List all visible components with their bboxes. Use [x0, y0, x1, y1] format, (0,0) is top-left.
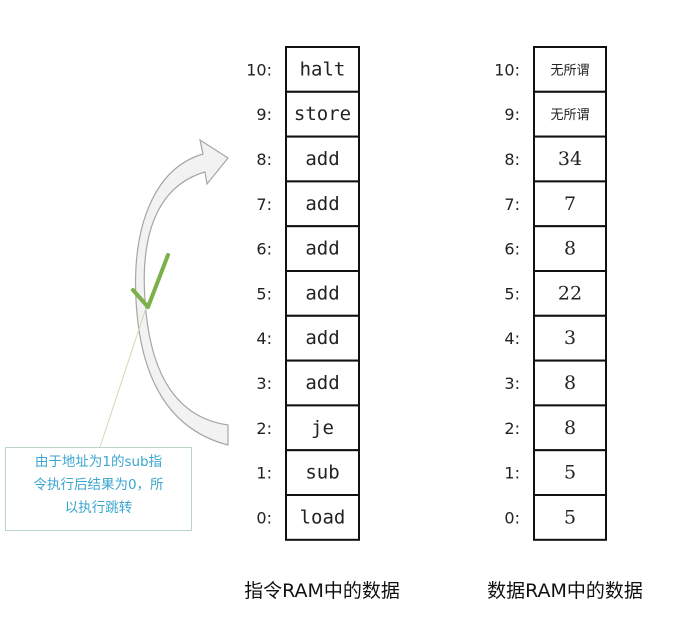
- data-ram-cell-value: 22: [558, 282, 582, 304]
- data-ram-address-label: 4:: [504, 329, 520, 348]
- instruction-ram-cell-value: halt: [300, 58, 346, 80]
- data-ram-cell-value: 5: [564, 462, 576, 484]
- data-ram-address-label: 2:: [504, 419, 520, 438]
- instruction-ram-cell-value: store: [294, 103, 351, 125]
- instruction-ram-address-label: 8:: [256, 150, 272, 169]
- data-ram: 10: 无所谓 9: 无所谓 8: 34 7: 7 6: 8 5: 22 4: 3 3: 8 2: 8 1: 5 0: 5: [494, 46, 607, 541]
- data-ram-cell-value: 8: [564, 417, 576, 439]
- instruction-ram-address-label: 1:: [256, 464, 272, 483]
- instruction-ram-address-label: 4:: [256, 329, 272, 348]
- instruction-ram-address-label: 10:: [246, 60, 272, 79]
- instruction-ram: 10: halt 9: store 8: add 7: add 6: add 5: add 4: add 3…: [246, 46, 360, 541]
- annotation-note-line: 以执行跳转: [64, 500, 133, 516]
- instruction-ram-cell-value: add: [305, 372, 339, 394]
- data-ram-cell-value: 无所谓: [550, 63, 589, 78]
- data-ram-address-label: 5:: [504, 284, 520, 303]
- jump-arrow: [134, 138, 229, 446]
- instruction-ram-cell-value: add: [305, 327, 339, 349]
- data-ram-address-label: 10:: [494, 60, 520, 79]
- instruction-ram-address-label: 9:: [256, 105, 272, 124]
- data-ram-cell-value: 8: [564, 372, 576, 394]
- instruction-ram-caption: 指令RAM中的数据: [244, 580, 400, 602]
- instruction-ram-address-label: 0:: [256, 508, 272, 527]
- instruction-ram-cell-value: add: [305, 238, 339, 260]
- data-ram-cell-value: 无所谓: [550, 108, 589, 123]
- instruction-ram-cell-value: add: [305, 148, 339, 170]
- instruction-ram-address-label: 5:: [256, 284, 272, 303]
- data-ram-cell-value: 8: [564, 238, 576, 260]
- data-ram-address-label: 3:: [504, 374, 520, 393]
- data-ram-cell-value: 34: [558, 148, 582, 170]
- instruction-ram-cell-value: add: [305, 282, 339, 304]
- instruction-ram-address-label: 7:: [256, 195, 272, 214]
- note-connector-line: [99, 301, 149, 448]
- instruction-ram-cell-value: add: [305, 193, 339, 215]
- data-ram-address-label: 8:: [504, 150, 520, 169]
- instruction-ram-cell-value: je: [311, 417, 334, 439]
- data-ram-address-label: 7:: [504, 195, 520, 214]
- data-ram-address-label: 1:: [504, 464, 520, 483]
- instruction-ram-cell-value: load: [300, 506, 346, 528]
- memory-diagram: 10: halt 9: store 8: add 7: add 6: add 5: add 4: add 3…: [99, 46, 643, 602]
- data-ram-cell-value: 3: [564, 327, 576, 349]
- annotation-note-line: 由于地址为1的sub指: [34, 454, 163, 470]
- data-ram-address-label: 6:: [504, 240, 520, 259]
- data-ram-address-label: 0:: [504, 508, 520, 527]
- data-ram-address-label: 9:: [504, 105, 520, 124]
- annotation-note: 由于地址为1的sub指 令执行后结果为0，所 以执行跳转: [5, 447, 192, 531]
- instruction-ram-address-label: 6:: [256, 240, 272, 259]
- data-ram-cell-value: 7: [564, 193, 576, 215]
- instruction-ram-address-label: 2:: [256, 419, 272, 438]
- data-ram-caption: 数据RAM中的数据: [487, 580, 643, 602]
- data-ram-cell-value: 5: [564, 506, 576, 528]
- annotation-note-line: 令执行后结果为0，所: [33, 477, 164, 493]
- instruction-ram-cell-value: sub: [305, 462, 339, 484]
- instruction-ram-address-label: 3:: [256, 374, 272, 393]
